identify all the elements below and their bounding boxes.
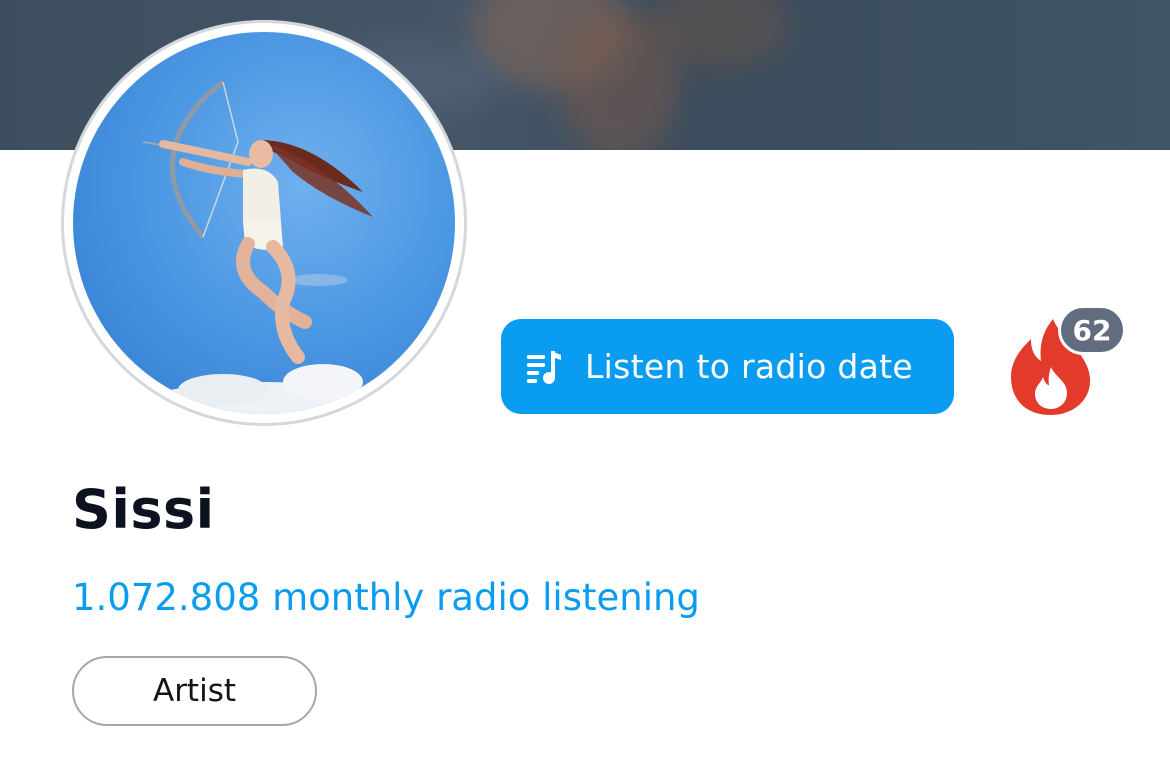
monthly-listeners: 1.072.808 monthly radio listening <box>72 576 700 619</box>
artist-profile-page: Listen to radio date 62 Sissi 1.072.808 … <box>0 0 1170 763</box>
artist-photo <box>73 32 455 414</box>
artist-avatar[interactable] <box>61 20 467 426</box>
playlist-music-icon <box>525 347 565 387</box>
artist-tag[interactable]: Artist <box>72 656 317 726</box>
fire-count-badge: 62 <box>1058 305 1126 355</box>
listen-to-radio-button[interactable]: Listen to radio date <box>501 319 954 414</box>
fire-reaction-button[interactable]: 62 <box>1005 305 1130 420</box>
artist-name: Sissi <box>72 478 215 541</box>
archer-illustration <box>142 80 383 414</box>
listen-button-label: Listen to radio date <box>585 347 914 386</box>
